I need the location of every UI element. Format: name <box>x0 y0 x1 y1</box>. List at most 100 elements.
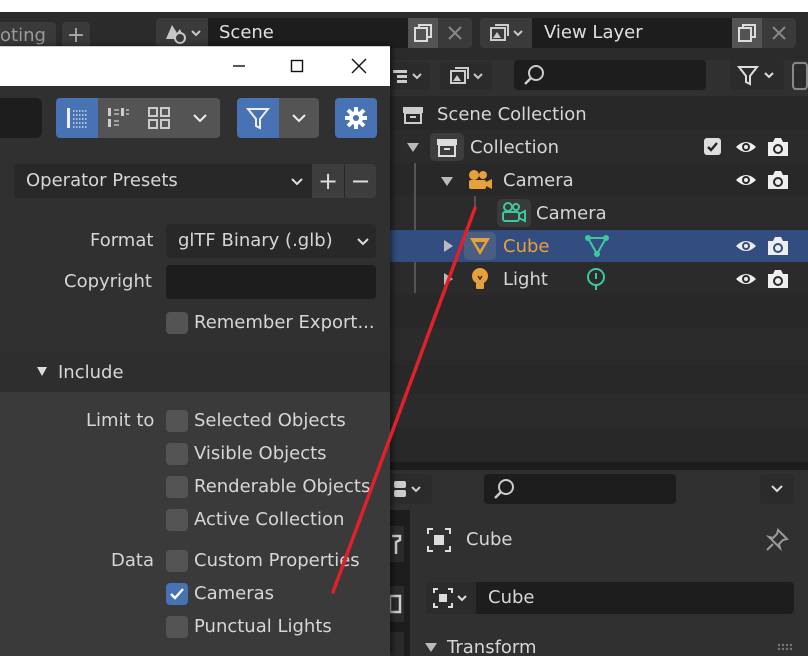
view-layer-new-button[interactable] <box>732 18 762 48</box>
minimize-button[interactable] <box>222 48 256 84</box>
data-label: Data <box>111 550 154 571</box>
scene-delete-button[interactable] <box>438 18 472 48</box>
plus-icon: + <box>317 167 339 195</box>
copyright-label: Copyright <box>64 271 152 292</box>
disclosure-closed-icon[interactable] <box>442 239 454 253</box>
display-settings-dropdown[interactable] <box>180 98 220 138</box>
format-label: Format <box>90 230 154 251</box>
display-vertical-list-button[interactable] <box>56 98 98 138</box>
render-camera-icon[interactable] <box>766 235 790 257</box>
filter-settings-dropdown[interactable] <box>279 98 319 138</box>
thumbnails-icon <box>148 107 170 129</box>
render-camera-icon[interactable] <box>766 136 790 158</box>
selected-objects-checkbox[interactable] <box>166 410 188 432</box>
transform-section-label[interactable]: Transform <box>447 637 537 656</box>
outliner-row-stripe <box>390 328 808 361</box>
camera-data-icon <box>502 202 526 223</box>
object-icon <box>433 588 467 608</box>
object-browse-button[interactable] <box>426 582 476 614</box>
cameras-checkbox[interactable] <box>166 583 188 605</box>
new-collection-button[interactable] <box>792 62 808 90</box>
scene-icon <box>166 25 201 44</box>
filter-toggle-button[interactable] <box>237 98 279 138</box>
punctual-lights-label: Punctual Lights <box>194 616 332 637</box>
properties-tab-output[interactable] <box>390 632 404 656</box>
file-path-field[interactable] <box>0 98 42 138</box>
custom-properties-label: Custom Properties <box>194 550 360 571</box>
remember-export-checkbox[interactable] <box>166 312 188 334</box>
properties-options-button[interactable] <box>760 474 794 504</box>
light-data-icon[interactable] <box>584 266 608 292</box>
punctual-lights-checkbox[interactable] <box>166 616 188 638</box>
include-section-label: Include <box>58 362 124 383</box>
disclosure-closed-icon[interactable] <box>442 272 454 286</box>
eye-icon[interactable] <box>734 171 758 189</box>
collection-icon <box>437 139 457 157</box>
filter-icon <box>245 108 271 130</box>
close-icon <box>351 58 367 74</box>
display-thumbnails-button[interactable] <box>138 98 180 138</box>
duplicate-icon <box>414 24 432 42</box>
search-icon <box>524 65 544 85</box>
mesh-data-icon[interactable] <box>584 233 610 259</box>
scene-new-button[interactable] <box>408 18 438 48</box>
active-collection-checkbox[interactable] <box>166 509 188 531</box>
chevron-down-icon <box>193 114 207 123</box>
outliner-filter-mode-button[interactable] <box>440 62 492 90</box>
eye-icon[interactable] <box>734 237 758 255</box>
renderable-objects-checkbox[interactable] <box>166 476 188 498</box>
view-layer-name-value: View Layer <box>544 22 643 43</box>
eye-icon[interactable] <box>734 138 758 156</box>
horizontal-list-icon <box>108 108 129 127</box>
limit-to-label: Limit to <box>86 410 155 431</box>
settings-toggle-button[interactable] <box>335 98 377 138</box>
workspace-tab-label: oting <box>0 25 46 46</box>
camera-object-icon <box>469 170 492 189</box>
renderable-objects-label: Renderable Objects <box>194 476 371 497</box>
disclosure-open-icon[interactable] <box>406 141 420 153</box>
close-icon <box>448 26 462 40</box>
collection-label: Collection <box>470 137 560 158</box>
properties-editor-type-button[interactable] <box>390 474 432 504</box>
drag-handle-icon[interactable] <box>776 642 794 652</box>
copyright-input[interactable] <box>166 265 376 299</box>
chevron-down-icon <box>291 178 303 186</box>
outliner-row-stripe <box>390 394 808 427</box>
scene-browse-button[interactable] <box>156 18 208 48</box>
render-icon <box>390 594 402 614</box>
object-icon <box>427 528 451 552</box>
light-label: Light <box>503 269 548 290</box>
visible-objects-checkbox[interactable] <box>166 443 188 465</box>
pin-icon[interactable] <box>764 527 790 553</box>
selected-objects-label: Selected Objects <box>194 410 346 431</box>
close-window-button[interactable] <box>342 48 376 84</box>
maximize-button[interactable] <box>280 48 314 84</box>
chevron-down-icon <box>357 238 369 246</box>
checkmark-icon <box>707 142 718 152</box>
disclosure-open-icon[interactable] <box>440 175 454 187</box>
preset-remove-button[interactable]: − <box>344 164 376 198</box>
mesh-object-icon <box>470 238 490 255</box>
duplicate-icon <box>738 24 756 42</box>
area-divider[interactable] <box>390 462 808 470</box>
view-layer-delete-button[interactable] <box>762 18 796 48</box>
view-layer-icon <box>450 67 483 84</box>
list-icon <box>393 70 422 83</box>
properties-object-title: Cube <box>466 529 513 550</box>
outliner-filter-button[interactable] <box>730 60 784 90</box>
camera-data-label: Camera <box>536 203 607 224</box>
render-camera-icon[interactable] <box>766 169 790 191</box>
preset-add-button[interactable]: + <box>312 164 344 198</box>
exclude-checkbox[interactable] <box>704 138 721 155</box>
gear-icon <box>345 107 367 129</box>
top-bar <box>0 0 808 12</box>
render-camera-icon[interactable] <box>766 268 790 290</box>
view-layer-browse-button[interactable] <box>480 18 532 48</box>
minimize-icon <box>233 65 245 67</box>
eye-icon[interactable] <box>734 270 758 288</box>
disclosure-open-icon[interactable] <box>424 641 438 653</box>
outliner-display-mode-button[interactable] <box>390 62 430 90</box>
vertical-list-icon <box>67 108 87 128</box>
custom-properties-checkbox[interactable] <box>166 550 188 572</box>
display-horizontal-list-button[interactable] <box>98 98 138 138</box>
